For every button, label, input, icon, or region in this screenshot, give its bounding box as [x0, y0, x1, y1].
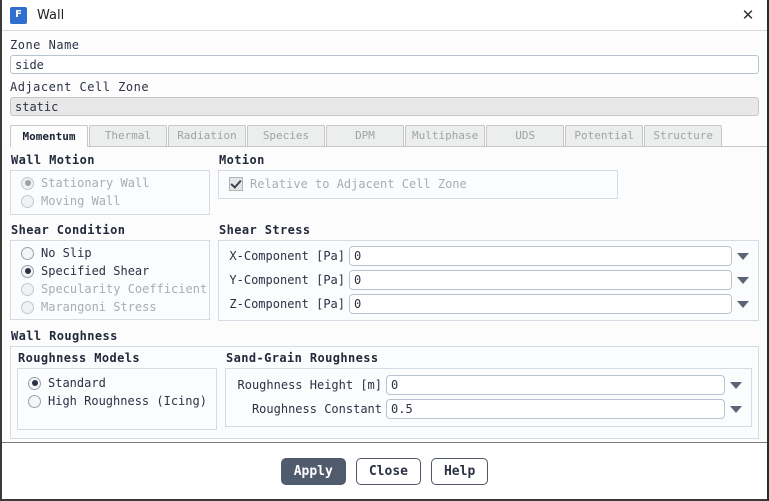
- chevron-down-icon[interactable]: [732, 246, 754, 266]
- wall-motion-option-stationary-wall: Stationary Wall: [11, 174, 209, 192]
- footer-buttons: Apply Close Help: [2, 443, 767, 499]
- zone-name-input[interactable]: [10, 55, 759, 74]
- sand-grain-label: Roughness Height [m]: [237, 378, 383, 392]
- radio-icon: [28, 376, 41, 390]
- shear-stress-input[interactable]: [349, 246, 732, 266]
- zone-name-label: Zone Name: [10, 38, 80, 52]
- sand-grain-row: Roughness Constant: [230, 398, 747, 420]
- shear-condition-title: Shear Condition: [11, 223, 126, 237]
- option-label: High Roughness (Icing): [48, 394, 207, 408]
- tab-momentum[interactable]: Momentum: [10, 125, 88, 147]
- tab-dpm[interactable]: DPM: [326, 125, 404, 146]
- title-bar: F Wall ✕: [2, 0, 767, 31]
- sand-grain-section: Sand-Grain Roughness Roughness Height [m…: [225, 351, 752, 430]
- wall-motion-title: Wall Motion: [11, 153, 95, 167]
- close-button[interactable]: Close: [355, 457, 421, 485]
- close-icon[interactable]: ✕: [737, 4, 759, 26]
- radio-icon: [21, 176, 34, 190]
- shear-stress-label: Z-Component [Pa]: [229, 297, 345, 311]
- wall-motion-section: Wall Motion Stationary Wall Moving Wall: [10, 153, 210, 215]
- wall-motion-group: Stationary Wall Moving Wall: [10, 170, 210, 215]
- shear-stress-input[interactable]: [349, 294, 732, 314]
- option-label: Standard: [48, 376, 106, 390]
- tab-potential[interactable]: Potential: [565, 125, 644, 146]
- tab-radiation[interactable]: Radiation: [168, 125, 246, 146]
- shear-stress-label: X-Component [Pa]: [229, 249, 345, 263]
- tab-multiphase[interactable]: Multiphase: [405, 125, 486, 146]
- option-label: No Slip: [41, 246, 92, 260]
- shear-condition-option-marangoni-stress: Marangoni Stress: [11, 298, 209, 316]
- shear-row: Shear Condition No Slip Specified Shear Sp…: [10, 223, 759, 321]
- relative-to-adjacent-cell-zone-label: Relative to Adjacent Cell Zone: [250, 177, 467, 191]
- zone-fields: Zone Name Adjacent Cell Zone: [2, 31, 767, 116]
- shear-condition-option-specified-shear[interactable]: Specified Shear: [11, 262, 209, 280]
- chevron-down-icon[interactable]: [732, 294, 754, 314]
- shear-condition-option-no-slip[interactable]: No Slip: [11, 244, 209, 262]
- motion-group: Relative to Adjacent Cell Zone: [218, 170, 618, 199]
- wall-motion-option-moving-wall: Moving Wall: [11, 192, 209, 210]
- motion-title: Motion: [219, 153, 265, 167]
- tab-bar: Momentum Thermal Radiation Species DPM Multip…: [10, 124, 767, 147]
- shear-stress-title: Shear Stress: [219, 223, 311, 237]
- radio-icon: [21, 194, 34, 208]
- wall-roughness-section: Wall Roughness Roughness Models Standard…: [10, 329, 759, 439]
- wall-dialog: F Wall ✕ Zone Name Adjacent Cell Zone Mo…: [0, 0, 769, 501]
- shear-condition-section: Shear Condition No Slip Specified Shear Sp…: [10, 223, 210, 321]
- fluent-app-icon: F: [10, 6, 27, 24]
- tab-uds[interactable]: UDS: [486, 125, 565, 146]
- relative-to-adjacent-cell-zone-checkbox[interactable]: Relative to Adjacent Cell Zone: [219, 175, 617, 193]
- wall-roughness-title: Wall Roughness: [11, 329, 118, 343]
- shear-stress-row: Z-Component [Pa]: [223, 293, 754, 315]
- roughness-model-option-high-roughness-icing[interactable]: High Roughness (Icing): [18, 392, 216, 410]
- chevron-down-icon[interactable]: [732, 270, 754, 290]
- wall-motion-row: Wall Motion Stationary Wall Moving Wall M…: [10, 153, 759, 215]
- momentum-panel: Wall Motion Stationary Wall Moving Wall M…: [2, 147, 767, 442]
- chevron-down-icon[interactable]: [725, 399, 747, 419]
- adjacent-cell-zone-input: [10, 97, 759, 116]
- option-label: Moving Wall: [41, 194, 121, 208]
- roughness-models-section: Roughness Models Standard High Roughness …: [17, 351, 217, 430]
- motion-section: Motion Relative to Adjacent Cell Zone: [218, 153, 759, 215]
- tab-thermal[interactable]: Thermal: [89, 125, 167, 146]
- radio-icon: [21, 246, 34, 260]
- radio-icon: [21, 282, 34, 296]
- adjacent-cell-zone-label: Adjacent Cell Zone: [10, 80, 150, 94]
- sand-grain-row: Roughness Height [m]: [230, 374, 747, 396]
- shear-stress-row: Y-Component [Pa]: [223, 269, 754, 291]
- option-label: Specified Shear: [41, 264, 150, 278]
- option-label: Stationary Wall: [41, 176, 150, 190]
- roughness-models-title: Roughness Models: [18, 351, 140, 365]
- shear-stress-input[interactable]: [349, 270, 732, 290]
- radio-icon: [28, 394, 41, 408]
- wall-roughness-row: Roughness Models Standard High Roughness …: [17, 351, 752, 430]
- sand-grain-group: Roughness Height [m] Roughness Constant: [225, 368, 752, 427]
- apply-button[interactable]: Apply: [280, 457, 346, 485]
- sand-grain-input[interactable]: [386, 399, 725, 419]
- tab-structure[interactable]: Structure: [644, 125, 723, 146]
- shear-condition-option-specularity-coefficient: Specularity Coefficient: [11, 280, 209, 298]
- shear-stress-group: X-Component [Pa] Y-Component [Pa] Z-Compon…: [218, 240, 759, 321]
- sand-grain-label: Roughness Constant: [251, 402, 382, 416]
- sand-grain-input[interactable]: [386, 375, 725, 395]
- window-title: Wall: [37, 7, 65, 23]
- shear-stress-section: Shear Stress X-Component [Pa] Y-Component…: [218, 223, 759, 321]
- help-button[interactable]: Help: [430, 457, 489, 485]
- radio-icon: [21, 264, 34, 278]
- option-label: Marangoni Stress: [41, 300, 157, 314]
- roughness-models-group: Standard High Roughness (Icing): [17, 368, 217, 430]
- radio-icon: [21, 300, 34, 314]
- tab-species[interactable]: Species: [247, 125, 325, 146]
- roughness-model-option-standard[interactable]: Standard: [18, 374, 216, 392]
- shear-stress-row: X-Component [Pa]: [223, 245, 754, 267]
- chevron-down-icon[interactable]: [725, 375, 747, 395]
- shear-stress-label: Y-Component [Pa]: [229, 273, 345, 287]
- sand-grain-title: Sand-Grain Roughness: [226, 351, 379, 365]
- wall-roughness-group: Roughness Models Standard High Roughness …: [10, 346, 759, 439]
- shear-condition-group: No Slip Specified Shear Specularity Coeffi…: [10, 240, 210, 320]
- checkbox-icon: [229, 177, 243, 191]
- option-label: Specularity Coefficient: [41, 282, 208, 296]
